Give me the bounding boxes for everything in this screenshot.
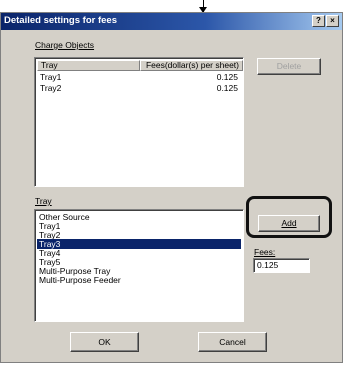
ok-button[interactable]: OK (70, 332, 139, 352)
charge-objects-label: Charge Objects (35, 40, 95, 50)
fees-input[interactable]: 0.125 (253, 258, 310, 273)
delete-button[interactable]: Delete (257, 58, 321, 75)
row-tray: Tray1 (40, 72, 62, 82)
tray-list[interactable]: Other Source Tray1 Tray2 Tray3 Tray4 Tra… (34, 209, 244, 322)
row-tray: Tray2 (40, 83, 62, 93)
close-button[interactable]: × (326, 15, 339, 27)
charge-objects-list[interactable]: Tray Fees(dollar(s) per sheet) Tray1 0.1… (34, 57, 244, 187)
column-header-tray[interactable]: Tray (37, 60, 140, 71)
list-item[interactable]: Multi-Purpose Feeder (37, 275, 241, 285)
detailed-settings-dialog: Detailed settings for fees ? × Charge Ob… (0, 12, 343, 363)
column-header-fees[interactable]: Fees(dollar(s) per sheet) (140, 60, 243, 71)
fees-label: Fees: (254, 247, 276, 257)
fees-input-value: 0.125 (257, 260, 279, 270)
add-button-highlight (246, 196, 332, 238)
help-icon: ? (316, 16, 321, 25)
dialog-title: Detailed settings for fees (4, 15, 117, 26)
help-button[interactable]: ? (312, 15, 325, 27)
tray-label: Tray (35, 196, 52, 206)
cancel-button[interactable]: Cancel (198, 332, 267, 352)
row-fee: 0.125 (216, 72, 238, 82)
close-icon: × (330, 16, 335, 25)
row-fee: 0.125 (216, 83, 238, 93)
title-bar: Detailed settings for fees ? × (1, 13, 342, 30)
